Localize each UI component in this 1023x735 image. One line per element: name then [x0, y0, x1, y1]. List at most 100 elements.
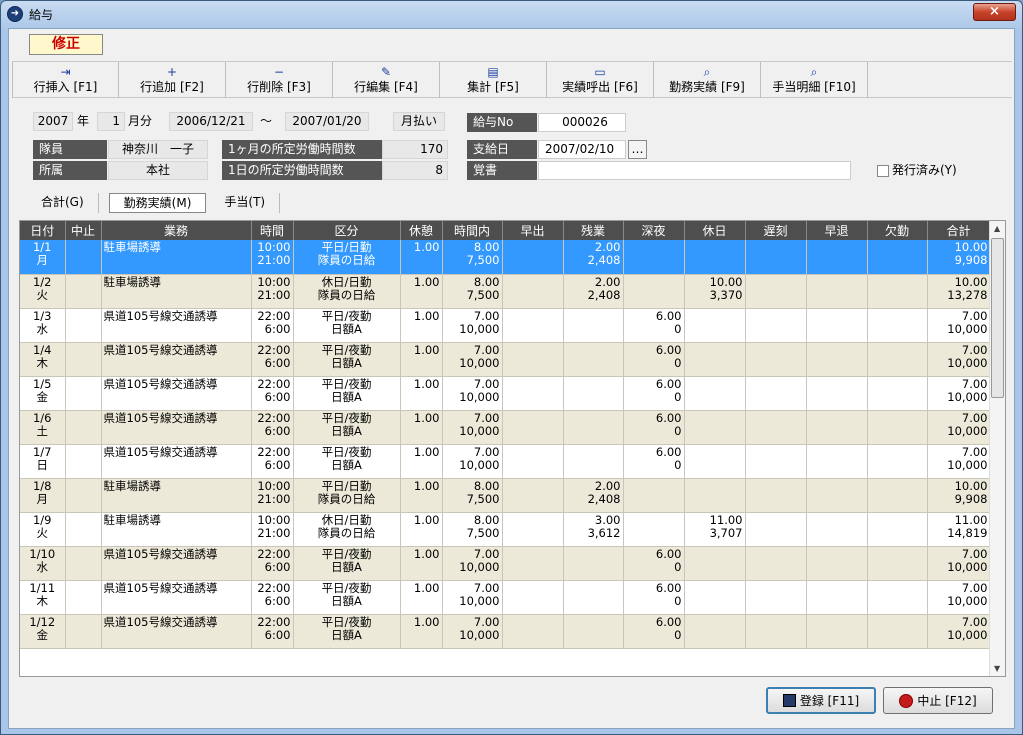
table-cell[interactable] — [745, 444, 807, 479]
month-hours-field[interactable]: 170 — [382, 140, 448, 159]
column-header[interactable]: 業務 — [101, 221, 252, 240]
column-header[interactable]: 休憩 — [400, 221, 443, 240]
table-cell[interactable]: 1.00 — [400, 274, 443, 309]
table-cell[interactable]: 22:00 6:00 — [251, 614, 294, 649]
table-cell[interactable]: 1.00 — [400, 444, 443, 479]
column-header[interactable]: 休日 — [684, 221, 746, 240]
table-row[interactable]: 1/2 火駐車場誘導 10:00 21:00 休日/日勤 隊員の日給 1.00 8.00… — [20, 274, 991, 309]
table-cell[interactable] — [563, 614, 624, 649]
table-cell[interactable]: 平日/夜勤 日額A — [293, 580, 401, 615]
table-cell[interactable] — [867, 274, 928, 309]
table-cell[interactable] — [867, 478, 928, 513]
table-cell[interactable] — [65, 478, 102, 513]
table-cell[interactable] — [65, 614, 102, 649]
table-row[interactable]: 1/10 水県道105号線交通誘導 22:00 6:00 平日/夜勤 日額A 1.00… — [20, 546, 991, 581]
table-cell[interactable] — [65, 274, 102, 309]
table-cell[interactable] — [502, 444, 564, 479]
tab-0[interactable]: 合計(G) — [27, 193, 99, 213]
column-header[interactable]: 合計 — [927, 221, 991, 240]
table-cell[interactable] — [806, 444, 868, 479]
table-cell[interactable] — [684, 240, 746, 275]
table-row[interactable]: 1/5 金県道105号線交通誘導 22:00 6:00 平日/夜勤 日額A 1.00 7… — [20, 376, 991, 411]
column-header[interactable]: 中止 — [65, 221, 102, 240]
table-row[interactable]: 1/3 水県道105号線交通誘導 22:00 6:00 平日/夜勤 日額A 1.00 7… — [20, 308, 991, 343]
table-cell[interactable] — [806, 342, 868, 377]
table-cell[interactable]: 2.00 2,408 — [563, 478, 624, 513]
table-cell[interactable] — [623, 512, 685, 547]
table-cell[interactable] — [745, 478, 807, 513]
table-cell[interactable] — [867, 614, 928, 649]
table-cell[interactable] — [684, 546, 746, 581]
column-header[interactable]: 日付 — [20, 221, 66, 240]
table-cell[interactable] — [745, 240, 807, 275]
table-cell[interactable]: 7.00 10,000 — [442, 376, 503, 411]
table-cell[interactable]: 11.00 14,819 — [927, 512, 991, 547]
table-cell[interactable] — [867, 308, 928, 343]
table-cell[interactable] — [563, 580, 624, 615]
table-cell[interactable]: 1.00 — [400, 580, 443, 615]
table-cell[interactable]: 1.00 — [400, 376, 443, 411]
table-cell[interactable]: 平日/夜勤 日額A — [293, 444, 401, 479]
table-cell[interactable] — [806, 478, 868, 513]
table-cell[interactable]: 10:00 21:00 — [251, 512, 294, 547]
table-cell[interactable] — [745, 546, 807, 581]
table-cell[interactable]: 22:00 6:00 — [251, 444, 294, 479]
cancel-button[interactable]: 中止 [F12] — [883, 687, 993, 714]
table-cell[interactable] — [867, 444, 928, 479]
table-cell[interactable]: 1/1 月 — [20, 240, 66, 275]
table-cell[interactable]: 1/12 金 — [20, 614, 66, 649]
table-cell[interactable] — [745, 580, 807, 615]
table-cell[interactable]: 1.00 — [400, 410, 443, 445]
table-cell[interactable]: 7.00 10,000 — [927, 444, 991, 479]
table-cell[interactable] — [563, 376, 624, 411]
grid-scrollbar[interactable]: ▲ ▼ — [989, 221, 1005, 676]
table-cell[interactable] — [806, 240, 868, 275]
scroll-down-icon[interactable]: ▼ — [994, 664, 1000, 673]
table-cell[interactable]: 7.00 10,000 — [442, 614, 503, 649]
table-cell[interactable] — [623, 274, 685, 309]
table-cell[interactable] — [806, 614, 868, 649]
table-cell[interactable] — [867, 580, 928, 615]
table-cell[interactable]: 7.00 10,000 — [442, 444, 503, 479]
table-cell[interactable]: 7.00 10,000 — [442, 546, 503, 581]
table-cell[interactable] — [502, 308, 564, 343]
table-cell[interactable] — [806, 580, 868, 615]
table-cell[interactable]: 県道105号線交通誘導 — [101, 342, 252, 377]
table-cell[interactable]: 駐車場誘導 — [101, 478, 252, 513]
table-cell[interactable] — [65, 342, 102, 377]
table-cell[interactable] — [745, 376, 807, 411]
table-cell[interactable]: 10.00 13,278 — [927, 274, 991, 309]
period-to-field[interactable]: 2007/01/20 — [285, 112, 369, 131]
toolbar-button-2[interactable]: − 行削除 [F3] — [226, 62, 333, 98]
table-cell[interactable]: 22:00 6:00 — [251, 342, 294, 377]
table-cell[interactable] — [563, 444, 624, 479]
table-cell[interactable]: 1/10 水 — [20, 546, 66, 581]
toolbar-button-3[interactable]: ✎ 行編集 [F4] — [333, 62, 440, 98]
table-cell[interactable]: 7.00 10,000 — [927, 308, 991, 343]
table-cell[interactable] — [502, 580, 564, 615]
day-hours-field[interactable]: 8 — [382, 161, 448, 180]
table-cell[interactable] — [867, 512, 928, 547]
table-cell[interactable] — [502, 274, 564, 309]
column-header[interactable]: 早出 — [502, 221, 564, 240]
table-cell[interactable]: 7.00 10,000 — [927, 376, 991, 411]
table-cell[interactable]: 1.00 — [400, 614, 443, 649]
table-cell[interactable] — [684, 478, 746, 513]
table-cell[interactable]: 6.00 0 — [623, 444, 685, 479]
period-from-field[interactable]: 2006/12/21 — [169, 112, 253, 131]
table-cell[interactable] — [684, 444, 746, 479]
table-cell[interactable] — [867, 410, 928, 445]
table-cell[interactable] — [65, 410, 102, 445]
table-cell[interactable]: 6.00 0 — [623, 376, 685, 411]
table-cell[interactable] — [502, 240, 564, 275]
table-cell[interactable] — [65, 580, 102, 615]
table-cell[interactable] — [684, 580, 746, 615]
pay-date-picker-button[interactable]: … — [628, 140, 647, 159]
table-cell[interactable]: 7.00 10,000 — [927, 614, 991, 649]
year-field[interactable]: 2007 — [33, 112, 73, 131]
table-cell[interactable]: 7.00 10,000 — [927, 580, 991, 615]
scrollbar-thumb[interactable] — [991, 238, 1004, 398]
table-cell[interactable]: 1.00 — [400, 478, 443, 513]
table-cell[interactable]: 1.00 — [400, 546, 443, 581]
pay-date-field[interactable]: 2007/02/10 — [538, 140, 626, 159]
